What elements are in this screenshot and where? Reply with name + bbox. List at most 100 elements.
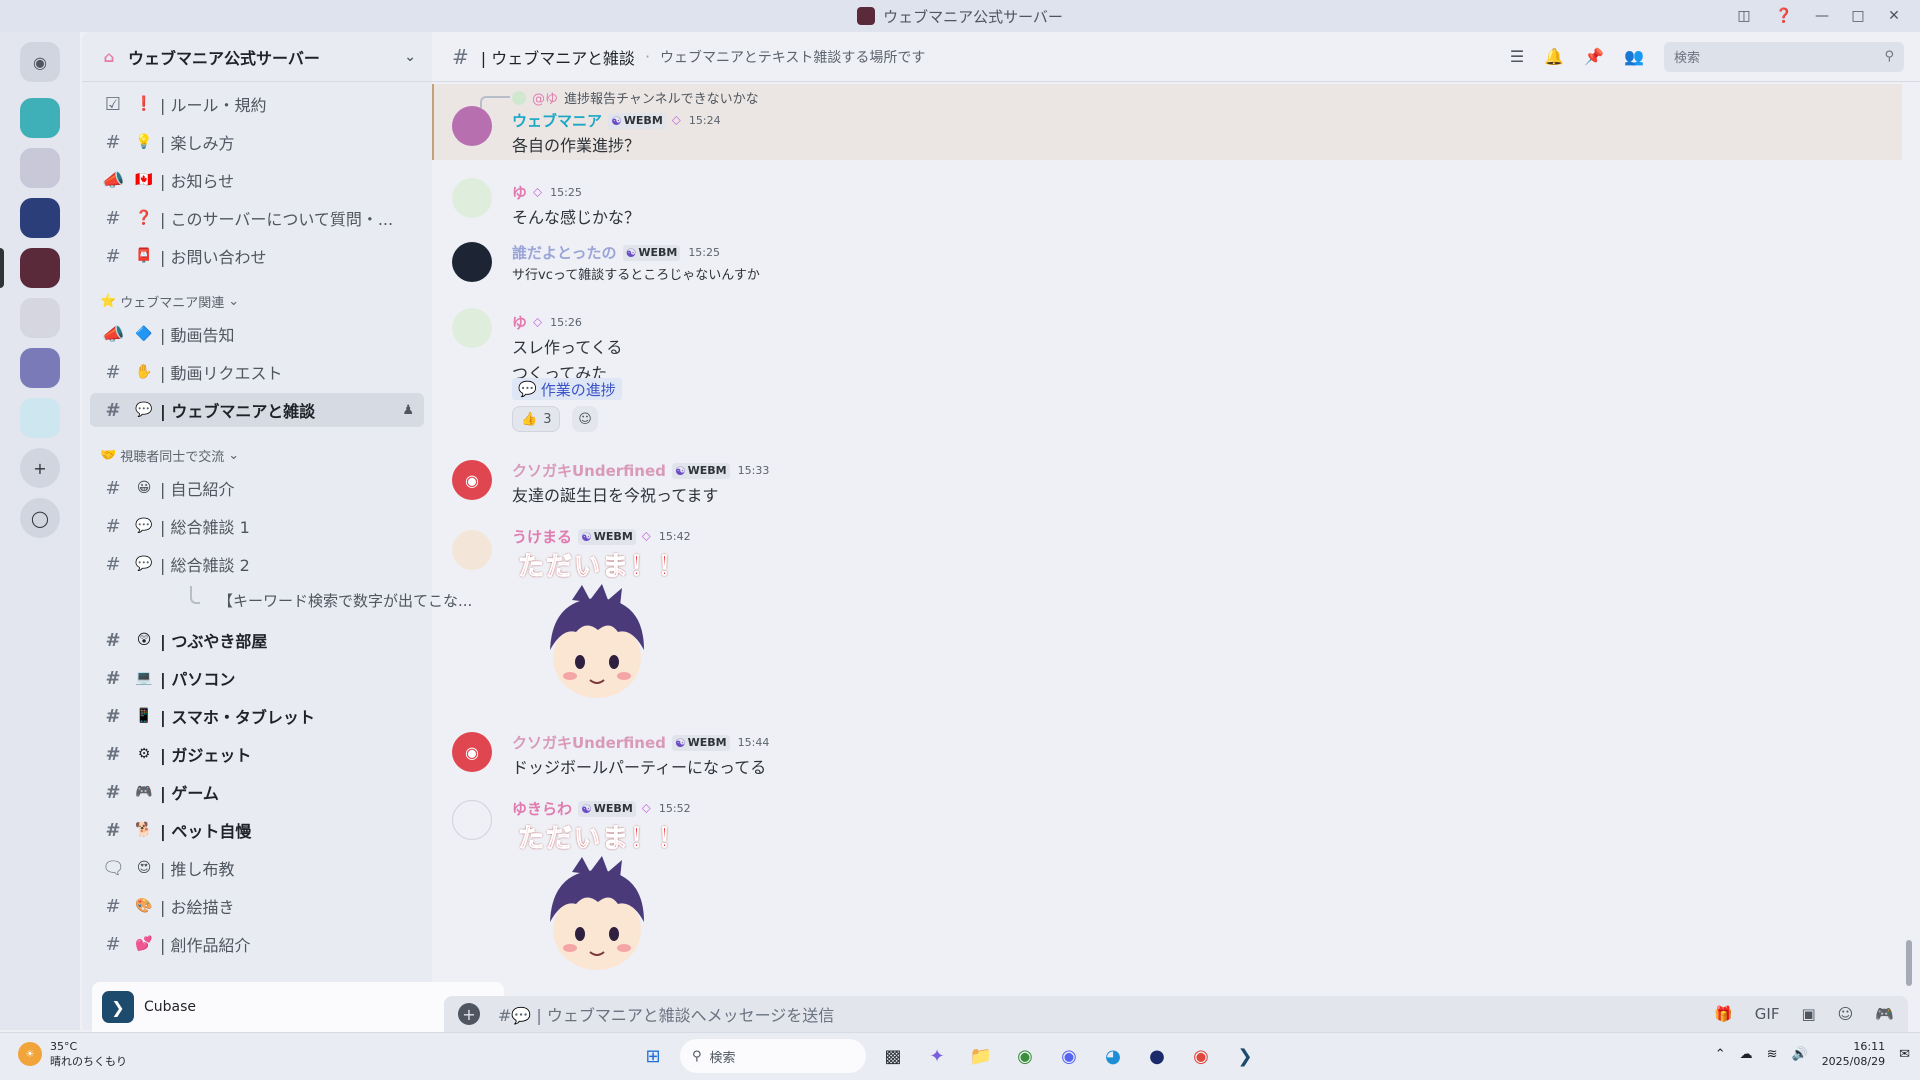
discord-home-icon[interactable]: ◉	[20, 42, 60, 82]
minimize-button[interactable]: —	[1804, 0, 1840, 32]
channel-webmania-chat[interactable]: # 💬 | ウェブマニアと雑談 ♟	[90, 393, 424, 427]
server-header[interactable]: ⌂ ウェブマニア公式サーバー ⌄	[82, 32, 432, 82]
task-view-icon[interactable]: ▩	[876, 1039, 910, 1073]
message-header: ゆきらわ ☯ WEBM ⬦ 15:52	[512, 798, 691, 819]
discord-icon[interactable]: ◉	[1052, 1039, 1086, 1073]
message-header: クソガキUnderfined ☯ WEBM 15:33	[512, 460, 769, 481]
bell-icon[interactable]: 🔔	[1544, 47, 1564, 66]
server-icon-5[interactable]	[20, 298, 60, 338]
reply-mention[interactable]: @ゆ	[532, 88, 558, 107]
username[interactable]: クソガキUnderfined	[512, 732, 666, 753]
channel-oshi[interactable]: 🗨 😍 | 推し布教	[90, 851, 424, 885]
channel-news[interactable]: 📣 🇨🇦 | お知らせ	[90, 163, 424, 197]
channel-emoji: 💬	[135, 402, 153, 418]
channel-video-notice[interactable]: 📣 🔷 | 動画告知	[90, 317, 424, 351]
category-webmania[interactable]: ⭐ ウェブマニア関連 ⌄	[100, 292, 239, 311]
onedrive-icon[interactable]: ☁	[1740, 1047, 1753, 1062]
avatar[interactable]	[452, 308, 492, 348]
server-icon-2[interactable]	[20, 148, 60, 188]
edge-icon[interactable]: ◕	[1096, 1039, 1130, 1073]
channel-rules[interactable]: ☑ ❗ | ルール・規約	[90, 87, 424, 121]
username[interactable]: 誰だよとったの	[512, 242, 617, 263]
channel-creations[interactable]: # 💕 | 創作品紹介	[90, 927, 424, 961]
username[interactable]: ウェブマニア	[512, 110, 602, 131]
server-icon-6[interactable]	[20, 348, 60, 388]
inbox-icon[interactable]: ◫	[1724, 0, 1764, 32]
close-button[interactable]: ✕	[1876, 0, 1912, 32]
channel-intro[interactable]: # 😀 | 自己紹介	[90, 471, 424, 505]
reaction-thumbs-up[interactable]: 👍 3	[512, 406, 561, 432]
gift-icon[interactable]: 🎁	[1714, 1005, 1733, 1023]
username[interactable]: クソガキUnderfined	[512, 460, 666, 481]
message-scrollbar[interactable]	[1906, 940, 1912, 986]
start-icon[interactable]: ⊞	[636, 1039, 670, 1073]
avatar[interactable]: ◉	[452, 732, 492, 772]
chrome-icon[interactable]: ◉	[1008, 1039, 1042, 1073]
avatar[interactable]	[452, 242, 492, 282]
channel-pets[interactable]: # 🐕 | ペット自慢	[90, 813, 424, 847]
category-viewers[interactable]: 🤝 視聴者同士で交流 ⌄	[100, 446, 239, 465]
add-member-icon[interactable]: ♟	[402, 403, 414, 418]
channel-tweets[interactable]: # 😲 | つぶやき部屋	[90, 623, 424, 657]
channel-gadget[interactable]: # ⚙ | ガジェット	[90, 737, 424, 771]
channel-topic[interactable]: ウェブマニアとテキスト雑談する場所です	[660, 47, 925, 67]
thread-link[interactable]: 💬 作業の進捗	[512, 378, 622, 400]
channel-contact[interactable]: # 📮 | お問い合わせ	[90, 239, 424, 273]
weather-temp: 35°C	[50, 1040, 78, 1053]
gif-icon[interactable]: GIF	[1755, 1005, 1780, 1023]
discover-icon[interactable]: ◯	[20, 498, 60, 538]
clock[interactable]: 16:11 2025/08/29	[1822, 1039, 1885, 1069]
copilot-icon[interactable]: ✦	[920, 1039, 954, 1073]
wifi-icon[interactable]: ≋	[1767, 1047, 1778, 1062]
weather-widget[interactable]: ☀ 35°C 晴れのちくもり	[18, 1039, 127, 1069]
speaker-icon[interactable]: 🔊	[1792, 1047, 1808, 1062]
help-icon[interactable]: ❓	[1764, 0, 1804, 32]
username[interactable]: ゆきらわ	[512, 798, 572, 819]
username[interactable]: ゆ	[512, 312, 527, 333]
username[interactable]: ゆ	[512, 182, 527, 203]
notification-icon[interactable]: ✉	[1899, 1047, 1910, 1062]
add-reaction-button[interactable]: ☺	[572, 406, 598, 432]
avatar[interactable]	[452, 800, 492, 840]
channel-drawing[interactable]: # 🎨 | お絵描き	[90, 889, 424, 923]
emoji-icon[interactable]: ☺	[1838, 1005, 1854, 1023]
channel-game[interactable]: # 🎮 | ゲーム	[90, 775, 424, 809]
maximize-button[interactable]: □	[1840, 0, 1876, 32]
server-icon-7[interactable]	[20, 398, 60, 438]
chevron-up-icon[interactable]: ⌃	[1715, 1047, 1726, 1062]
file-explorer-icon[interactable]: 📁	[964, 1039, 998, 1073]
reply-preview[interactable]: @ゆ 進捗報告チャンネルできないかな	[480, 88, 759, 108]
taskbar-search[interactable]: ⚲ 検索	[680, 1039, 866, 1073]
add-server-icon[interactable]: +	[20, 448, 60, 488]
server-icon-3[interactable]	[20, 198, 60, 238]
boost-icon: ⬦	[641, 801, 651, 816]
avatar[interactable]	[452, 106, 492, 146]
channel-pc[interactable]: # 💻 | パソコン	[90, 661, 424, 695]
message-composer[interactable]: + #💬 | ウェブマニアと雑談へメッセージを送信 🎁 GIF ▣ ☺ 🎮	[444, 996, 1908, 1032]
avatar[interactable]	[452, 530, 492, 570]
channel-smartphone[interactable]: # 📱 | スマホ・タブレット	[90, 699, 424, 733]
app-icon[interactable]: ●	[1140, 1039, 1174, 1073]
avatar[interactable]: ◉	[452, 460, 492, 500]
attach-plus-icon[interactable]: +	[458, 1003, 480, 1025]
reply-avatar	[512, 90, 526, 105]
avatar[interactable]	[452, 178, 492, 218]
channel-emoji: ❓	[135, 210, 153, 226]
channel-faq[interactable]: # ❓ | このサーバーについて質問・...	[90, 201, 424, 235]
channel-video-request[interactable]: # ✋ | 動画リクエスト	[90, 355, 424, 389]
threads-icon[interactable]: ☰	[1510, 47, 1524, 66]
search-input[interactable]: 検索 ⚲	[1664, 41, 1904, 72]
username[interactable]: うけまる	[512, 526, 572, 547]
channel-general-2[interactable]: # 💬 | 総合雑談 2	[90, 547, 424, 581]
pin-icon[interactable]: 📌	[1584, 47, 1604, 66]
channel-howto[interactable]: # 💡 | 楽しみ方	[90, 125, 424, 159]
sticker-icon[interactable]: ▣	[1801, 1005, 1815, 1023]
channel-general-1[interactable]: # 💬 | 総合雑談 1	[90, 509, 424, 543]
cubase-taskbar-icon[interactable]: ❯	[1228, 1039, 1262, 1073]
activities-icon[interactable]: 🎮	[1875, 1005, 1894, 1023]
chrome-profile-icon[interactable]: ◉	[1184, 1039, 1218, 1073]
server-icon-1[interactable]	[20, 98, 60, 138]
members-icon[interactable]: 👥	[1624, 47, 1644, 66]
cat-icon: ☯	[611, 113, 622, 128]
server-icon-webmania[interactable]	[20, 248, 60, 288]
